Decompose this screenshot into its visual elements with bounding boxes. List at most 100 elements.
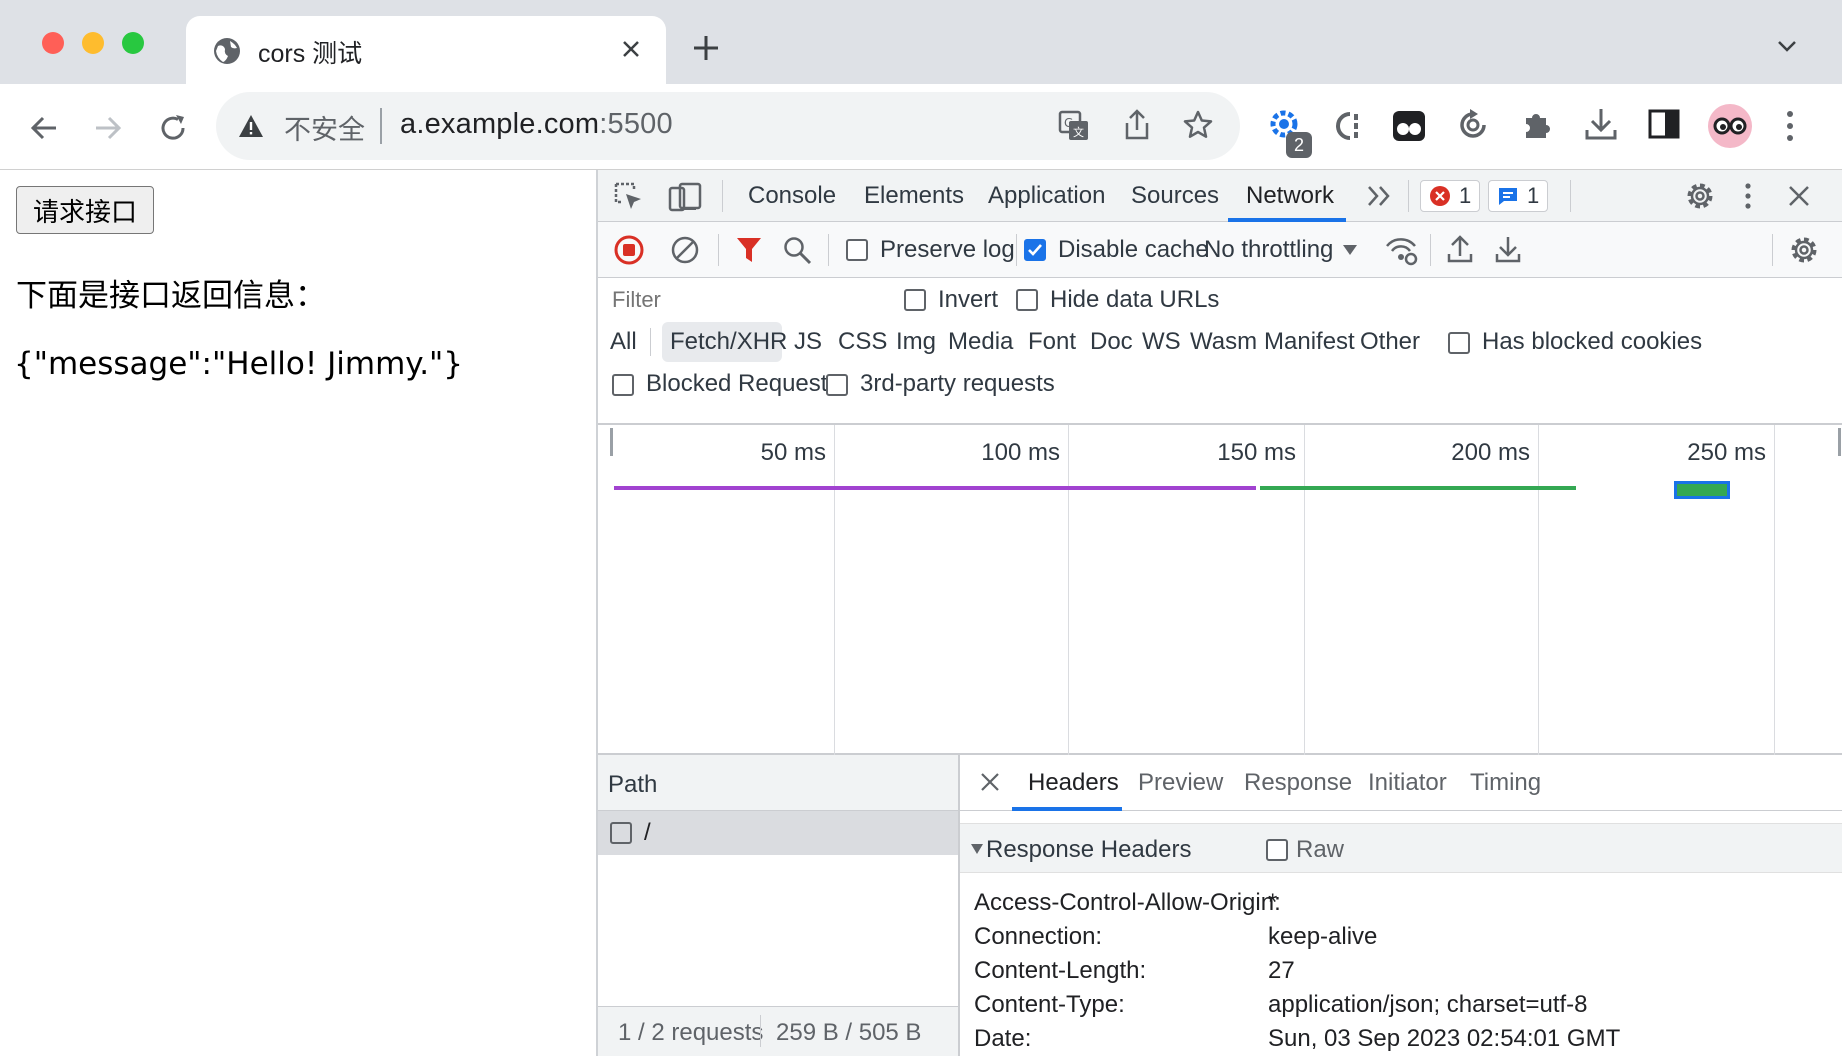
- request-list: Path / 1 / 2 requests 259 B / 505 B: [598, 755, 960, 1056]
- minimize-window-button[interactable]: [82, 32, 104, 54]
- disable-cache-checkbox[interactable]: [1024, 239, 1046, 261]
- bookmark-star-icon[interactable]: [1182, 109, 1214, 141]
- blocked-requests-checkbox[interactable]: [612, 374, 634, 396]
- has-blocked-cookies-label[interactable]: Has blocked cookies: [1482, 328, 1702, 356]
- device-toolbar-icon[interactable]: [668, 182, 702, 212]
- invert-checkbox[interactable]: [904, 289, 926, 311]
- security-label[interactable]: 不安全: [284, 108, 365, 147]
- forward-icon[interactable]: [92, 112, 124, 144]
- filter-type-wasm[interactable]: Wasm: [1190, 328, 1257, 356]
- record-stop-icon[interactable]: [614, 235, 644, 265]
- devtools-menu-icon[interactable]: [1744, 182, 1752, 210]
- tab-search-chevron-icon[interactable]: [1776, 38, 1798, 54]
- tab-application[interactable]: Application: [988, 170, 1105, 222]
- clear-icon[interactable]: [670, 235, 700, 265]
- extension-c-icon[interactable]: [1332, 108, 1364, 144]
- filter-type-manifest[interactable]: Manifest: [1264, 328, 1355, 356]
- path-column-header[interactable]: Path: [608, 771, 657, 799]
- throttling-dropdown-icon[interactable]: [1342, 244, 1358, 256]
- side-panel-icon[interactable]: [1648, 108, 1680, 140]
- filter-type-fetch-xhr[interactable]: Fetch/XHR: [670, 328, 787, 356]
- close-window-button[interactable]: [42, 32, 64, 54]
- overview-handle-right[interactable]: [1838, 428, 1841, 456]
- filter-type-doc[interactable]: Doc: [1090, 328, 1133, 356]
- overview-handle-left[interactable]: [610, 428, 613, 456]
- network-settings-icon[interactable]: [1788, 234, 1820, 266]
- extension-glasses-icon[interactable]: [1392, 110, 1426, 142]
- hide-data-urls-checkbox[interactable]: [1016, 289, 1038, 311]
- tab-network[interactable]: Network: [1246, 170, 1334, 222]
- extensions-puzzle-icon[interactable]: [1520, 108, 1554, 142]
- disable-cache-label[interactable]: Disable cache: [1058, 236, 1209, 264]
- filter-type-all[interactable]: All: [610, 328, 637, 356]
- maximize-window-button[interactable]: [122, 32, 144, 54]
- third-party-checkbox[interactable]: [826, 374, 848, 396]
- inspect-element-icon[interactable]: [614, 182, 644, 212]
- share-icon[interactable]: [1122, 108, 1152, 142]
- response-output: {"message":"Hello! Jimmy."}: [14, 346, 464, 382]
- close-tab-icon[interactable]: [620, 38, 642, 60]
- request-details: Headers Preview Response Initiator Timin…: [960, 755, 1842, 1056]
- filter-type-media[interactable]: Media: [948, 328, 1013, 356]
- filter-type-other[interactable]: Other: [1360, 328, 1420, 356]
- profile-avatar[interactable]: [1708, 104, 1752, 148]
- network-overview[interactable]: 50 ms 100 ms 150 ms 200 ms 250 ms: [598, 425, 1842, 755]
- reload-icon[interactable]: [156, 111, 190, 145]
- request-api-button[interactable]: 请求接口: [16, 186, 154, 234]
- search-icon[interactable]: [782, 235, 812, 265]
- downloads-icon[interactable]: [1584, 106, 1618, 142]
- hide-data-urls-label[interactable]: Hide data URLs: [1050, 286, 1219, 314]
- filter-type-font[interactable]: Font: [1028, 328, 1076, 356]
- invert-label[interactable]: Invert: [938, 286, 998, 314]
- tab-response[interactable]: Response: [1244, 769, 1352, 797]
- url-text[interactable]: a.example.com:5500: [400, 108, 673, 141]
- export-har-icon[interactable]: [1494, 234, 1522, 264]
- network-conditions-icon[interactable]: [1384, 234, 1418, 266]
- filter-funnel-icon[interactable]: [736, 236, 762, 264]
- address-bar[interactable]: 不安全 a.example.com:5500 G文: [216, 92, 1240, 160]
- error-counter[interactable]: 1: [1420, 180, 1481, 212]
- filter-type-js[interactable]: JS: [794, 328, 822, 356]
- tab-initiator[interactable]: Initiator: [1368, 769, 1447, 797]
- url-host: a.example.com: [400, 108, 600, 140]
- new-tab-icon[interactable]: [692, 34, 720, 62]
- request-row[interactable]: /: [598, 811, 958, 855]
- warning-icon[interactable]: [238, 114, 264, 138]
- back-icon[interactable]: [28, 112, 60, 144]
- preserve-log-checkbox[interactable]: [846, 239, 868, 261]
- preserve-log-label[interactable]: Preserve log: [880, 236, 1015, 264]
- tab-preview[interactable]: Preview: [1138, 769, 1223, 797]
- close-devtools-icon[interactable]: [1788, 185, 1810, 207]
- raw-label[interactable]: Raw: [1296, 836, 1344, 864]
- throttling-select[interactable]: No throttling: [1204, 236, 1333, 264]
- filter-type-css[interactable]: CSS: [838, 328, 887, 356]
- browser-tab[interactable]: cors 测试: [186, 16, 666, 84]
- timeline-tick: 100 ms: [981, 439, 1060, 466]
- response-headers-section[interactable]: Response Headers Raw: [960, 823, 1842, 873]
- tab-timing[interactable]: Timing: [1470, 769, 1541, 797]
- has-blocked-cookies-checkbox[interactable]: [1448, 332, 1470, 354]
- devtools-settings-icon[interactable]: [1684, 180, 1716, 212]
- translate-icon[interactable]: G文: [1058, 110, 1090, 142]
- timeline-selected-request[interactable]: [1674, 481, 1730, 499]
- divider: [650, 328, 651, 356]
- filter-type-ws[interactable]: WS: [1142, 328, 1181, 356]
- blocked-requests-label[interactable]: Blocked Requests: [646, 370, 839, 398]
- tab-headers[interactable]: Headers: [1028, 769, 1119, 797]
- grid-line: [834, 425, 835, 755]
- filter-type-img[interactable]: Img: [896, 328, 936, 356]
- tab-console[interactable]: Console: [748, 170, 836, 222]
- request-count: 1 / 2 requests: [618, 1019, 764, 1046]
- header-name: Date:: [974, 1025, 1032, 1052]
- tab-sources[interactable]: Sources: [1131, 170, 1219, 222]
- import-har-icon[interactable]: [1446, 234, 1474, 264]
- message-counter[interactable]: 1: [1488, 180, 1549, 212]
- more-tabs-icon[interactable]: [1366, 184, 1392, 208]
- raw-checkbox[interactable]: [1266, 839, 1288, 861]
- tab-elements[interactable]: Elements: [864, 170, 964, 222]
- extension-sync-icon[interactable]: [1456, 108, 1490, 142]
- close-details-icon[interactable]: [980, 772, 1000, 792]
- filter-input[interactable]: [604, 282, 884, 318]
- browser-menu-icon[interactable]: [1786, 110, 1794, 142]
- third-party-label[interactable]: 3rd-party requests: [860, 370, 1055, 398]
